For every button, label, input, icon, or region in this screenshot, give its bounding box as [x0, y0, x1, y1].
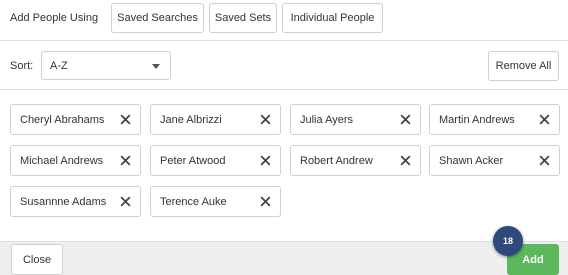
person-chip: Jane Albrizzi — [150, 104, 281, 135]
remove-person-icon[interactable] — [120, 196, 131, 207]
person-chip: Susannne Adams — [10, 186, 141, 217]
remove-person-icon[interactable] — [539, 155, 550, 166]
person-chip-name: Susannne Adams — [20, 195, 107, 208]
footer-bar — [0, 241, 568, 275]
close-button[interactable]: Close — [11, 244, 63, 275]
remove-person-icon[interactable] — [400, 155, 411, 166]
person-chip-name: Martin Andrews — [439, 113, 515, 126]
person-chip-name: Julia Ayers — [300, 113, 353, 126]
remove-person-icon[interactable] — [120, 155, 131, 166]
sort-select[interactable]: A-Z — [41, 51, 171, 80]
tab-individual-people[interactable]: Individual People — [282, 3, 383, 33]
sort-select-value: A-Z — [50, 59, 68, 72]
person-chip: Julia Ayers — [290, 104, 421, 135]
sort-label: Sort: — [10, 60, 34, 72]
remove-all-button[interactable]: Remove All — [488, 51, 559, 81]
sort-divider — [0, 89, 568, 90]
add-people-label: Add People Using — [10, 12, 99, 24]
person-chip-name: Robert Andrew — [300, 154, 373, 167]
person-chip: Terence Auke — [150, 186, 281, 217]
person-chip-name: Shawn Acker — [439, 154, 504, 167]
person-chip-name: Michael Andrews — [20, 154, 104, 167]
selected-count-badge: 18 — [493, 226, 523, 256]
remove-person-icon[interactable] — [260, 196, 271, 207]
person-chip: Robert Andrew — [290, 145, 421, 176]
person-chip: Peter Atwood — [150, 145, 281, 176]
person-chip-name: Terence Auke — [160, 195, 227, 208]
chevron-down-icon — [152, 64, 160, 69]
remove-person-icon[interactable] — [260, 114, 271, 125]
person-chip-name: Jane Albrizzi — [160, 113, 222, 126]
person-chip: Shawn Acker — [429, 145, 560, 176]
person-chip: Martin Andrews — [429, 104, 560, 135]
remove-person-icon[interactable] — [400, 114, 411, 125]
remove-person-icon[interactable] — [120, 114, 131, 125]
person-chip-name: Peter Atwood — [160, 154, 226, 167]
person-chip: Cheryl Abrahams — [10, 104, 141, 135]
remove-person-icon[interactable] — [260, 155, 271, 166]
tab-saved-searches[interactable]: Saved Searches — [111, 3, 204, 33]
tab-saved-sets[interactable]: Saved Sets — [209, 3, 277, 33]
person-chip-name: Cheryl Abrahams — [20, 113, 105, 126]
person-chip: Michael Andrews — [10, 145, 141, 176]
header-divider — [0, 40, 568, 41]
remove-person-icon[interactable] — [539, 114, 550, 125]
